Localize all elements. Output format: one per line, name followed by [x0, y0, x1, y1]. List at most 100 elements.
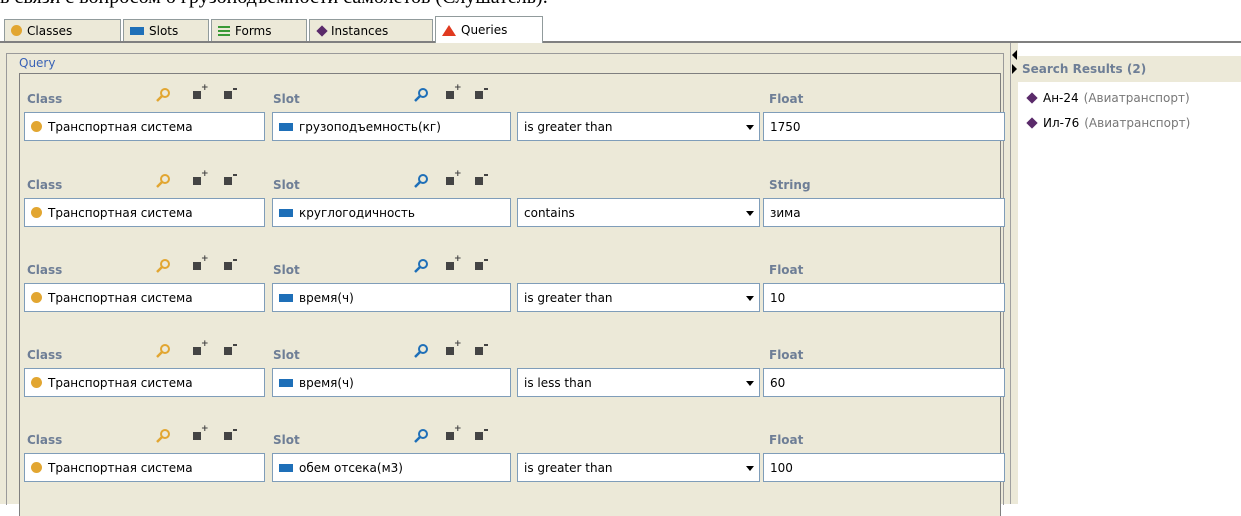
remove-row-icon[interactable] — [224, 174, 237, 185]
class-circle-icon — [31, 292, 42, 303]
slot-rect-icon — [279, 122, 293, 131]
split-collapse-right-icon[interactable] — [1012, 64, 1017, 74]
value-input[interactable]: 60 — [763, 368, 1005, 397]
tab-instances[interactable]: Instances — [309, 19, 433, 41]
value-type-label: Float — [769, 433, 804, 447]
class-field[interactable]: Транспортная система — [24, 283, 265, 312]
find-class-icon[interactable] — [156, 174, 172, 188]
remove-slot-icon[interactable] — [475, 259, 488, 270]
class-label: Class — [27, 263, 63, 277]
remove-slot-icon[interactable] — [475, 174, 488, 185]
slot-rect-icon — [279, 378, 293, 387]
find-slot-icon[interactable] — [414, 88, 430, 102]
class-value: Транспортная система — [48, 290, 193, 305]
remove-slot-icon[interactable] — [475, 88, 488, 99]
split-collapse-left-icon[interactable] — [1012, 50, 1017, 60]
query-row: Class Slot Float Транспортная система обем о… — [20, 415, 1005, 501]
operator-select[interactable]: is greater than — [517, 453, 760, 482]
value-type-label: Float — [769, 92, 804, 106]
tab-classes[interactable]: Classes — [4, 19, 121, 41]
find-class-icon[interactable] — [156, 344, 172, 358]
add-slot-icon[interactable] — [446, 254, 462, 270]
chevron-down-icon[interactable] — [746, 381, 754, 386]
split-divider[interactable] — [1010, 43, 1018, 504]
class-circle-icon — [31, 462, 42, 473]
tab-queries[interactable]: Queries — [435, 16, 543, 43]
chevron-down-icon[interactable] — [746, 211, 754, 216]
tab-label: Queries — [461, 23, 508, 37]
add-slot-icon[interactable] — [446, 83, 462, 99]
add-slot-icon[interactable] — [446, 339, 462, 355]
operator-select[interactable]: is less than — [517, 368, 760, 397]
slot-field[interactable]: грузоподъемность(кг) — [272, 112, 511, 141]
result-item[interactable]: Ан-24 (Авиатранспорт) — [1026, 91, 1190, 105]
class-field[interactable]: Транспортная система — [24, 198, 265, 227]
find-class-icon[interactable] — [156, 259, 172, 273]
find-class-icon[interactable] — [156, 429, 172, 443]
class-circle-icon — [31, 377, 42, 388]
slot-field[interactable]: обем отсека(м3) — [272, 453, 511, 482]
tab-label: Classes — [27, 23, 73, 38]
slot-field[interactable]: круглогодичность — [272, 198, 511, 227]
find-slot-icon[interactable] — [414, 174, 430, 188]
value-text: зима — [770, 205, 801, 220]
remove-slot-icon[interactable] — [475, 344, 488, 355]
query-group: Query Class Slot Float Транспортная система… — [6, 53, 1005, 516]
slot-rect-icon — [279, 208, 293, 217]
remove-row-icon[interactable] — [224, 259, 237, 270]
chevron-down-icon[interactable] — [746, 125, 754, 130]
find-class-icon[interactable] — [156, 88, 172, 102]
slot-label: Slot — [273, 263, 300, 277]
add-slot-icon[interactable] — [446, 169, 462, 185]
remove-slot-icon[interactable] — [475, 429, 488, 440]
slot-value: обем отсека(м3) — [299, 460, 403, 475]
slot-rect-icon — [130, 26, 144, 35]
instance-diamond-icon — [1026, 117, 1038, 129]
slot-field[interactable]: время(ч) — [272, 283, 511, 312]
operator-select[interactable]: is greater than — [517, 112, 760, 141]
tab-forms[interactable]: Forms — [211, 19, 307, 41]
value-type-label: Float — [769, 263, 804, 277]
slot-label: Slot — [273, 348, 300, 362]
class-value: Транспортная система — [48, 460, 193, 475]
remove-row-icon[interactable] — [224, 429, 237, 440]
class-field[interactable]: Транспортная система — [24, 368, 265, 397]
add-row-icon[interactable] — [193, 424, 209, 440]
value-input[interactable]: 1750 — [763, 112, 1005, 141]
add-row-icon[interactable] — [193, 339, 209, 355]
operator-select[interactable]: is greater than — [517, 283, 760, 312]
add-row-icon[interactable] — [193, 83, 209, 99]
chevron-down-icon[interactable] — [746, 466, 754, 471]
value-input[interactable]: 10 — [763, 283, 1005, 312]
remove-row-icon[interactable] — [224, 88, 237, 99]
find-slot-icon[interactable] — [414, 429, 430, 443]
operator-select[interactable]: contains — [517, 198, 760, 227]
add-slot-icon[interactable] — [446, 424, 462, 440]
class-label: Class — [27, 348, 63, 362]
class-circle-icon — [31, 207, 42, 218]
query-row: Class Slot Float Транспортная система время(… — [20, 330, 1005, 416]
value-input[interactable]: 100 — [763, 453, 1005, 482]
find-slot-icon[interactable] — [414, 344, 430, 358]
tab-slots[interactable]: Slots — [123, 19, 209, 41]
operator-value: is greater than — [524, 460, 613, 475]
add-row-icon[interactable] — [193, 254, 209, 270]
remove-row-icon[interactable] — [224, 344, 237, 355]
result-class: (Авиатранспорт) — [1083, 91, 1190, 105]
instance-diamond-icon — [1026, 92, 1038, 104]
slot-field[interactable]: время(ч) — [272, 368, 511, 397]
class-field[interactable]: Транспортная система — [24, 112, 265, 141]
result-item[interactable]: Ил-76 (Авиатранспорт) — [1026, 116, 1190, 130]
document-text-fragment: в связи с вопросом о грузоподъемности са… — [0, 0, 1241, 8]
operator-value: is less than — [524, 375, 592, 390]
class-field[interactable]: Транспортная система — [24, 453, 265, 482]
result-name: Ил-76 — [1043, 116, 1080, 130]
value-input[interactable]: зима — [763, 198, 1005, 227]
add-row-icon[interactable] — [193, 169, 209, 185]
chevron-down-icon[interactable] — [746, 296, 754, 301]
slot-value: круглогодичность — [299, 205, 415, 220]
value-text: 1750 — [770, 119, 801, 134]
find-slot-icon[interactable] — [414, 259, 430, 273]
tab-label: Slots — [149, 23, 179, 38]
class-label: Class — [27, 178, 63, 192]
